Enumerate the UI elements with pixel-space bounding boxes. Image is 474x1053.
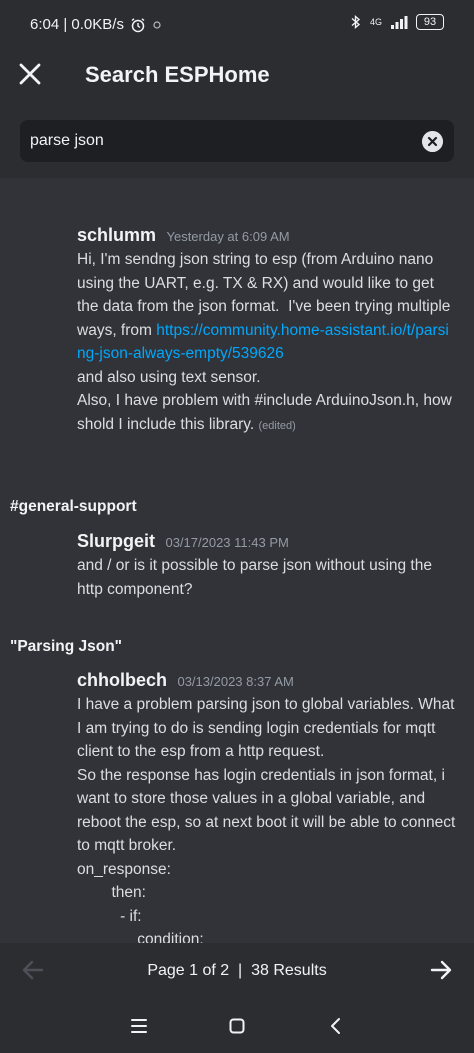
system-nav-bar (0, 999, 474, 1053)
search-input[interactable]: parse json (20, 120, 454, 162)
search-result-message[interactable]: Slurpgeit 03/17/2023 11:43 PM and / or i… (77, 531, 457, 601)
search-result-message[interactable]: schlumm Yesterday at 6:09 AM Hi, I'm sen… (77, 225, 457, 438)
message-content: and / or is it possible to parse json wi… (77, 557, 437, 598)
status-bar: 6:04 | 0.0KB/s 4G 93 (0, 0, 474, 50)
arrow-right-icon[interactable] (428, 957, 454, 983)
menu-icon[interactable] (127, 1014, 151, 1038)
message-timestamp: 03/13/2023 8:37 AM (177, 674, 294, 689)
network-type: 4G (369, 17, 382, 27)
message-timestamp: Yesterday at 6:09 AM (166, 229, 290, 244)
close-icon[interactable] (14, 58, 46, 90)
bluetooth-icon (351, 14, 361, 30)
square-icon[interactable] (225, 1014, 249, 1038)
channel-name[interactable]: #general-support (10, 498, 137, 516)
edited-tag: (edited) (258, 419, 296, 432)
clear-icon[interactable] (422, 131, 443, 152)
message-content: Hi, I'm sendng json string to esp (from … (77, 251, 455, 433)
search-bar: parse json (0, 100, 474, 178)
message-timestamp: 03/17/2023 11:43 PM (165, 535, 289, 550)
chevron-left-icon[interactable] (324, 1014, 348, 1038)
search-results: schlumm Yesterday at 6:09 AM Hi, I'm sen… (0, 178, 474, 943)
page-title: Search ESPHome (85, 62, 270, 87)
thread-name[interactable]: "Parsing Json" (10, 638, 122, 656)
pagination-label: Page 1 of 2 | 38 Results (147, 962, 327, 979)
search-result-message[interactable]: chholbech 03/13/2023 8:37 AM I have a pr… (77, 670, 457, 943)
message-author[interactable]: chholbech (77, 670, 167, 690)
signal-icon (391, 16, 408, 29)
alarm-icon (131, 17, 145, 32)
message-author[interactable]: schlumm (77, 225, 156, 245)
notification-dot-icon (153, 20, 161, 29)
message-author[interactable]: Slurpgeit (77, 531, 155, 551)
status-time: 6:04 | 0.0KB/s (30, 16, 124, 33)
pagination-bar: Page 1 of 2 | 38 Results (0, 943, 474, 999)
message-content: I have a problem parsing json to global … (77, 696, 456, 943)
battery-level: 93 (423, 16, 437, 28)
battery-icon: 93 (416, 14, 444, 30)
search-query: parse json (30, 132, 104, 149)
search-header: Search ESPHome (0, 50, 474, 100)
